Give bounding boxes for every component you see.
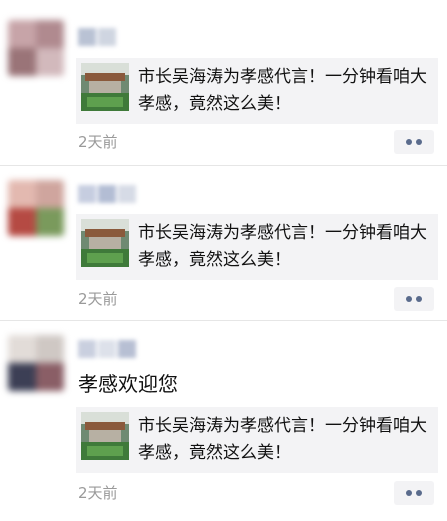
avatar[interactable] [8,335,64,391]
post-time: 2天前 [78,484,118,502]
article-thumbnail [81,412,129,460]
shared-link-title: 市长吴海涛为孝感代言！一分钟看咱大孝感，竟然这么美！ [138,416,427,463]
post-text: 孝感欢迎您 [78,372,178,396]
more-actions-button[interactable] [394,481,434,505]
shared-link-card[interactable]: 市长吴海涛为孝感代言！一分钟看咱大孝感，竟然这么美！ [76,407,438,473]
author-name[interactable] [78,340,138,358]
feed-post-3: 孝感欢迎您 市长吴海涛为孝感代言！一分钟看咱大孝感，竟然这么美！ 2天前 [0,0,447,521]
more-dots-icon [406,490,412,496]
